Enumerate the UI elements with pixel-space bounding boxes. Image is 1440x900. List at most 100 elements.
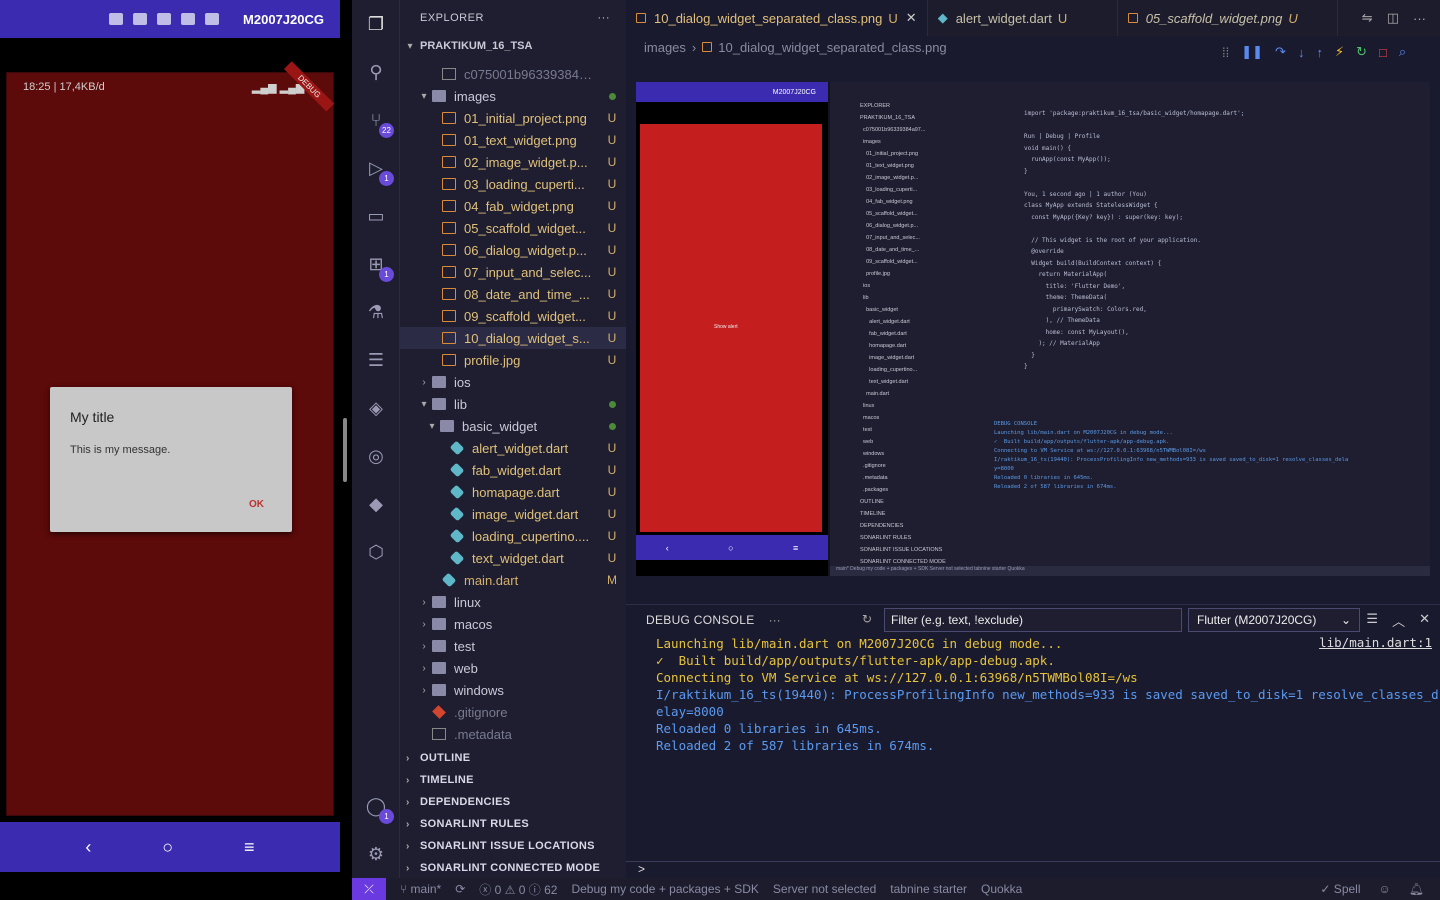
file-item[interactable]: .gitignore (400, 701, 626, 723)
file-item[interactable]: 01_text_widget.png U (400, 129, 626, 151)
step-out-icon[interactable]: ↑ (1316, 45, 1323, 60)
window-scrollbar[interactable] (343, 418, 347, 482)
testing-icon[interactable]: ⚗ (364, 300, 388, 324)
file-item[interactable]: main.dart M (400, 569, 626, 591)
section-header[interactable]: › OUTLINE (400, 747, 626, 769)
open-changes-icon[interactable]: ⇋ (1362, 10, 1373, 26)
folder-item[interactable]: ▾ basic_widget (400, 415, 626, 437)
section-header[interactable]: › SONARLINT ISSUE LOCATIONS (400, 835, 626, 857)
restart-icon[interactable]: ↻ (1356, 44, 1367, 60)
debug-config[interactable]: Debug my code + packages + SDK (571, 882, 758, 896)
file-item[interactable]: 08_date_and_time_... U (400, 283, 626, 305)
source-control-icon[interactable]: ⑂ 22 (364, 108, 394, 138)
tab-alert-widget[interactable]: ◆ alert_widget.dart U (928, 0, 1118, 36)
run-debug-icon[interactable]: ▷ 1 (364, 156, 394, 186)
folder-item[interactable]: › ios (400, 371, 626, 393)
section-header[interactable]: › DEPENDENCIES (400, 791, 626, 813)
pause-icon[interactable]: ❚❚ (1241, 44, 1263, 60)
section-header[interactable]: › SONARLINT RULES (400, 813, 626, 835)
console-input[interactable]: > (626, 861, 1440, 879)
section-header[interactable]: › SONARLINT CONNECTED MODE (400, 857, 626, 878)
dialog-ok-button[interactable]: OK (249, 499, 264, 510)
more-actions-icon[interactable]: ··· (769, 613, 781, 627)
file-item[interactable]: 04_fab_widget.png U (400, 195, 626, 217)
folder-item[interactable]: › test (400, 635, 626, 657)
back-icon[interactable]: ‹ (85, 837, 91, 858)
split-editor-icon[interactable]: ◫ (1387, 10, 1399, 26)
file-item[interactable]: image_widget.dart U (400, 503, 626, 525)
close-panel-icon[interactable]: ✕ (1419, 611, 1430, 630)
notifications-icon[interactable]: 🔔︎ (1409, 882, 1424, 896)
tab-dialog-image[interactable]: 10_dialog_widget_separated_class.png U ✕ (626, 0, 928, 36)
quokka-status[interactable]: Quokka (981, 882, 1022, 896)
file-item[interactable]: 07_input_and_selec... U (400, 261, 626, 283)
clear-console-icon[interactable]: ☰ (1366, 611, 1378, 630)
breadcrumb-folder[interactable]: images (644, 40, 686, 55)
headphones-icon[interactable] (157, 13, 172, 25)
file-item[interactable]: 06_dialog_widget.p... U (400, 239, 626, 261)
close-icon[interactable]: ✕ (906, 10, 917, 26)
section-header[interactable]: › TIMELINE (400, 769, 626, 791)
home-icon[interactable]: ○ (162, 837, 173, 858)
breadcrumb-file[interactable]: 10_dialog_widget_separated_class.png (718, 40, 946, 55)
file-item[interactable]: profile.jpg U (400, 349, 626, 371)
account-icon[interactable]: ◯ 1 (364, 794, 394, 824)
file-item[interactable]: 03_loading_cuperti... U (400, 173, 626, 195)
remote-indicator-icon[interactable]: ⤫ (352, 878, 386, 900)
tab-scaffold-image[interactable]: 05_scaffold_widget.png U (1118, 0, 1338, 36)
folder-item[interactable]: ▾ images (400, 85, 626, 107)
folder-item[interactable]: › web (400, 657, 626, 679)
file-item[interactable]: .metadata (400, 723, 626, 745)
folder-item[interactable]: › macos (400, 613, 626, 635)
console-filter-input[interactable]: Filter (e.g. text, !exclude) (884, 608, 1182, 632)
workspace-root[interactable]: ▾ PRAKTIKUM_16_TSA (400, 35, 626, 57)
file-item[interactable]: 10_dialog_widget_s... U (400, 327, 626, 349)
stop-icon[interactable]: □ (1379, 45, 1387, 60)
fullscreen-icon[interactable] (181, 13, 196, 25)
step-into-icon[interactable]: ↓ (1298, 45, 1305, 60)
maximize-icon[interactable]: ︿ (1392, 611, 1405, 630)
problems-indicator[interactable]: ⓧ 0 ⚠ 0 ⓘ 62 (479, 881, 557, 898)
console-device-select[interactable]: Flutter (M2007J20CG) ⌄ (1188, 608, 1360, 632)
camera-icon[interactable] (109, 13, 124, 25)
database-icon[interactable]: ☰ (364, 348, 388, 372)
sync-icon[interactable]: ⟳ (455, 882, 465, 896)
file-item[interactable]: 01_initial_project.png U (400, 107, 626, 129)
folder-item[interactable]: › linux (400, 591, 626, 613)
settings-gear-icon[interactable]: ⚙ (364, 842, 388, 866)
files-icon[interactable]: ❐ (364, 12, 388, 36)
folder-item[interactable]: ▾ lib (400, 393, 626, 415)
search-icon[interactable]: ⚲ (364, 60, 388, 84)
step-over-icon[interactable]: ↷ (1275, 44, 1286, 60)
file-item[interactable]: 05_scaffold_widget... U (400, 217, 626, 239)
hot-reload-icon[interactable]: ⚡ (1335, 44, 1344, 60)
sonar-server[interactable]: Server not selected (773, 882, 876, 896)
docker-icon[interactable]: ◆ (364, 492, 388, 516)
console-title[interactable]: DEBUG CONSOLE (626, 613, 755, 627)
branch-indicator[interactable]: ⑂ main* (400, 882, 441, 896)
gear-icon[interactable] (205, 13, 220, 25)
file-item[interactable]: alert_widget.dart U (400, 437, 626, 459)
spell-status[interactable]: ✓ Spell (1320, 882, 1360, 896)
drag-handle-icon[interactable]: ⁞⁞ (1222, 45, 1229, 60)
file-item[interactable]: c075001b96339384a97... (400, 63, 626, 85)
file-item[interactable]: 02_image_widget.p... U (400, 151, 626, 173)
tabnine-status[interactable]: tabnine starter (890, 882, 967, 896)
more-actions-icon[interactable]: ··· (1413, 11, 1426, 26)
extensions-icon[interactable]: ⊞ 1 (364, 252, 394, 282)
more-actions-icon[interactable]: ··· (598, 12, 611, 24)
feedback-icon[interactable]: ☺ (1379, 882, 1391, 896)
git-graph-icon[interactable]: ◎ (364, 444, 388, 468)
refresh-icon[interactable]: ↻ (862, 612, 872, 626)
folder-item[interactable]: › windows (400, 679, 626, 701)
file-item[interactable]: loading_cupertino.... U (400, 525, 626, 547)
remote-explorer-icon[interactable]: ▭ (364, 204, 388, 228)
inspect-icon[interactable]: ⌕ (1399, 44, 1406, 60)
file-item[interactable]: homapage.dart U (400, 481, 626, 503)
video-icon[interactable] (133, 13, 148, 25)
file-item[interactable]: fab_widget.dart U (400, 459, 626, 481)
file-item[interactable]: 09_scaffold_widget... U (400, 305, 626, 327)
menu-icon[interactable]: ≡ (244, 837, 255, 858)
hexagon-icon[interactable]: ⬡ (364, 540, 388, 564)
file-item[interactable]: text_widget.dart U (400, 547, 626, 569)
